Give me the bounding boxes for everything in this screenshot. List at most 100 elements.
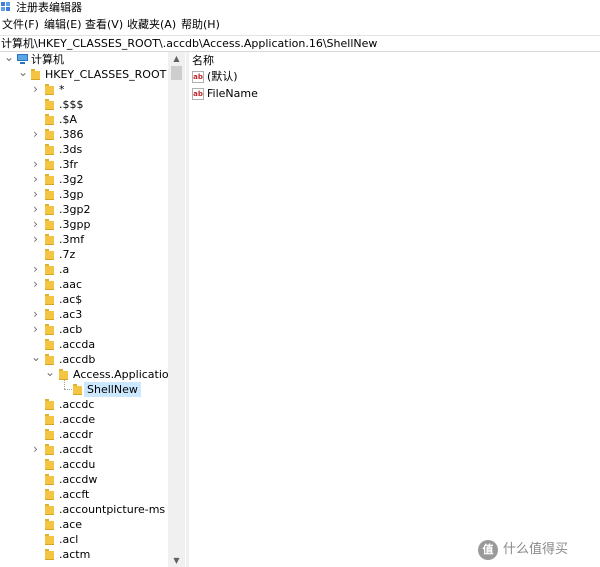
- chevron-right-icon[interactable]: ›: [31, 172, 40, 187]
- tree-node-key[interactable]: .ac$: [0, 292, 168, 307]
- chevron-down-icon[interactable]: ⌄: [4, 52, 14, 67]
- tree-node-label: .3ds: [59, 143, 83, 156]
- chevron-right-icon[interactable]: ›: [31, 217, 40, 232]
- folder-icon: [45, 189, 54, 200]
- folder-icon: [31, 69, 40, 80]
- tree-scrollbar[interactable]: ▲ ▼: [168, 52, 185, 567]
- tree-node-label: .7z: [59, 248, 76, 261]
- tree-node-label: .accdt: [59, 443, 93, 456]
- scroll-thumb[interactable]: [171, 66, 182, 80]
- folder-icon: [45, 429, 54, 440]
- folder-icon: [45, 249, 54, 260]
- folder-icon: [59, 369, 68, 380]
- tree-node-key[interactable]: › .3mf: [0, 232, 168, 247]
- chevron-down-icon[interactable]: ⌄: [18, 66, 28, 82]
- folder-icon: [45, 309, 54, 320]
- folder-icon: [73, 384, 82, 395]
- tree-node-hkey-classes-root[interactable]: ⌄ HKEY_CLASSES_ROOT: [0, 66, 168, 82]
- tree-node-key[interactable]: .3ds: [0, 142, 168, 157]
- chevron-right-icon[interactable]: ›: [31, 82, 40, 97]
- tree-node-key[interactable]: › .3gp: [0, 187, 168, 202]
- address-path[interactable]: 计算机\HKEY_CLASSES_ROOT\.accdb\Access.Appl…: [1, 37, 377, 50]
- tree-node-key[interactable]: .accdr: [0, 427, 168, 442]
- tree-node-label: .3g2: [59, 173, 84, 186]
- tree-pane[interactable]: ⌄ 计算机 ⌄ HKEY_CLASSES_ROOT › * .$$$ .$A › .386.3ds…: [0, 52, 186, 567]
- tree-node-shellnew[interactable]: ShellNew: [0, 382, 168, 397]
- tree-node-label: .3gp: [59, 188, 84, 201]
- folder-icon: [45, 489, 54, 500]
- tree-node-key[interactable]: .acl: [0, 532, 168, 547]
- tree-node-key[interactable]: › .a: [0, 262, 168, 277]
- chevron-right-icon[interactable]: ›: [31, 202, 40, 217]
- tree-node-key[interactable]: › .3gp2: [0, 202, 168, 217]
- chevron-right-icon[interactable]: ›: [31, 127, 40, 142]
- chevron-right-icon[interactable]: ›: [31, 262, 40, 277]
- folder-icon: [45, 324, 54, 335]
- folder-icon: [45, 294, 54, 305]
- folder-icon: [45, 84, 54, 95]
- tree-node-key[interactable]: .accde: [0, 412, 168, 427]
- tree-node-key[interactable]: › *: [0, 82, 168, 97]
- tree-node-key[interactable]: ⌄ .accdb: [0, 351, 168, 367]
- folder-icon: [45, 114, 54, 125]
- tree-node-label: .$$$: [59, 98, 84, 111]
- folder-icon: [45, 549, 54, 560]
- folder-icon: [45, 459, 54, 470]
- tree-node-key[interactable]: .$A: [0, 112, 168, 127]
- column-header-name[interactable]: 名称: [192, 53, 214, 68]
- address-bar[interactable]: 计算机\HKEY_CLASSES_ROOT\.accdb\Access.Appl…: [0, 35, 600, 52]
- menu-edit[interactable]: 编辑(E): [44, 18, 82, 32]
- tree-node-key[interactable]: › .386: [0, 127, 168, 142]
- chevron-right-icon[interactable]: ›: [31, 307, 40, 322]
- scroll-up-arrow-icon[interactable]: ▲: [168, 52, 185, 65]
- folder-icon: [45, 129, 54, 140]
- chevron-down-icon[interactable]: ⌄: [31, 351, 41, 367]
- scroll-down-arrow-icon[interactable]: ▼: [168, 554, 185, 567]
- tree-node-key[interactable]: .$$$: [0, 97, 168, 112]
- tree-node-label: .accdr: [59, 428, 93, 441]
- folder-icon: [45, 204, 54, 215]
- tree-node-label: .3gpp: [59, 218, 91, 231]
- tree-node-label: .3mf: [59, 233, 85, 246]
- tree-node-key[interactable]: .actm: [0, 547, 168, 562]
- tree-node-label: Access.Application.: [73, 368, 180, 381]
- tree-node-label: *: [59, 83, 65, 96]
- tree-node-key[interactable]: › .accdt: [0, 442, 168, 457]
- tree-node-key[interactable]: .7z: [0, 247, 168, 262]
- tree-node-label: .accdu: [59, 458, 96, 471]
- chevron-right-icon[interactable]: ›: [31, 442, 40, 457]
- tree-node-key[interactable]: .accdu: [0, 457, 168, 472]
- tree-node-key[interactable]: › .3fr: [0, 157, 168, 172]
- tree-node-key[interactable]: .accda: [0, 337, 168, 352]
- tree-node-key[interactable]: › .acb: [0, 322, 168, 337]
- tree-node-label: .actm: [59, 548, 91, 561]
- tree-node-access-application[interactable]: ⌄ Access.Application.: [0, 366, 179, 382]
- menu-view[interactable]: 查看(V): [85, 18, 123, 32]
- tree-node-key[interactable]: › .3g2: [0, 172, 168, 187]
- chevron-right-icon[interactable]: ›: [31, 232, 40, 247]
- registry-editor-icon: [1, 2, 12, 13]
- chevron-right-icon[interactable]: ›: [31, 277, 40, 292]
- chevron-down-icon[interactable]: ⌄: [45, 366, 55, 382]
- tree-node-key[interactable]: .accft: [0, 487, 168, 502]
- tree-node-key[interactable]: .accountpicture-ms: [0, 502, 168, 517]
- menu-favorites[interactable]: 收藏夹(A): [127, 18, 176, 32]
- string-value-icon: ab: [192, 88, 204, 100]
- menu-file[interactable]: 文件(F): [2, 18, 39, 32]
- chevron-right-icon[interactable]: ›: [31, 187, 40, 202]
- tree-node-key[interactable]: .accdc: [0, 397, 168, 412]
- tree-node-key[interactable]: .ace: [0, 517, 168, 532]
- folder-icon: [45, 264, 54, 275]
- tree-node-label: .ac3: [59, 308, 83, 321]
- menu-help[interactable]: 帮助(H): [181, 18, 220, 32]
- chevron-right-icon[interactable]: ›: [31, 322, 40, 337]
- tree-connector: [64, 380, 65, 389]
- folder-icon: [45, 279, 54, 290]
- tree-node-key[interactable]: › .aac: [0, 277, 168, 292]
- chevron-right-icon[interactable]: ›: [31, 157, 40, 172]
- tree-node-key[interactable]: › .ac3: [0, 307, 168, 322]
- tree-node-key[interactable]: › .3gpp: [0, 217, 168, 232]
- tree-node-key[interactable]: .accdw: [0, 472, 168, 487]
- values-pane[interactable]: 名称 ab (默认) ab FileName: [189, 52, 600, 567]
- tree-node-label: 计算机: [31, 53, 64, 66]
